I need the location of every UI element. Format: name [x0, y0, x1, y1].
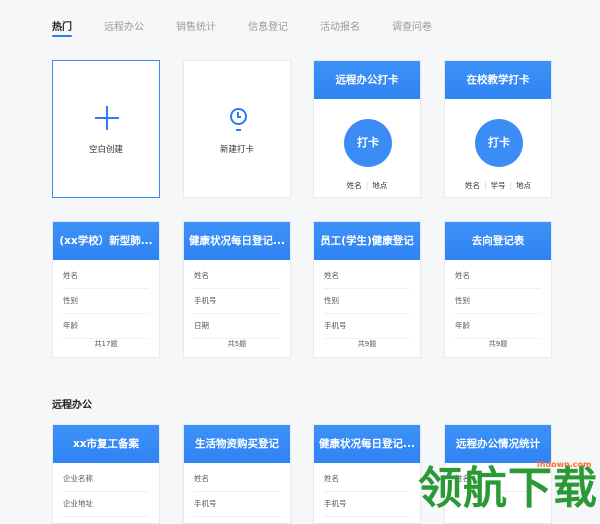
new-punch-card[interactable]: 新建打卡 — [183, 60, 291, 198]
question-count: 共9题 — [488, 340, 508, 348]
template-card-return-to-work[interactable]: xx市复工备案 企业名称 企业地址 — [52, 424, 160, 524]
template-card-pneumonia[interactable]: (xx学校）新型肺... 姓名 性别 年龄 共17题 — [52, 221, 160, 358]
field-label: 地点 — [372, 181, 388, 190]
blank-create-card[interactable]: 空白创建 — [52, 60, 160, 198]
card-title: 健康状况每日登记... — [314, 425, 420, 463]
punch-button-preview: 打卡 — [344, 119, 392, 167]
field-label: 姓名 — [346, 181, 362, 190]
tab-sales-stats[interactable]: 销售统计 — [176, 18, 216, 33]
punch-button-preview: 打卡 — [475, 119, 523, 167]
card-title: 远程办公打卡 — [314, 61, 420, 99]
tab-remote-office[interactable]: 远程办公 — [104, 18, 144, 33]
question-count: 共9题 — [357, 340, 377, 348]
field-label: 性别 — [455, 289, 541, 314]
tab-survey[interactable]: 调查问卷 — [392, 18, 432, 33]
plus-icon — [95, 106, 119, 130]
card-title: (xx学校）新型肺... — [53, 222, 159, 260]
question-count: 共17题 — [94, 340, 118, 348]
field-label: 手机号 — [194, 492, 280, 517]
template-card-staff-health[interactable]: 员工(学生)健康登记 姓名 性别 手机号 共9题 — [313, 221, 421, 358]
template-card-school-punch[interactable]: 在校教学打卡 打卡 姓名 | 学号 | 地点 — [444, 60, 552, 198]
field-label: 年龄 — [63, 314, 149, 339]
template-card-daily-health-2[interactable]: 健康状况每日登记... 姓名 手机号 — [313, 424, 421, 524]
clock-location-icon — [230, 108, 247, 131]
new-punch-label: 新建打卡 — [219, 145, 254, 155]
field-label: 性别 — [324, 289, 410, 314]
card-title: 生活物资购买登记 — [184, 425, 290, 463]
card-title: 健康状况每日登记... — [184, 222, 290, 260]
field-label: 姓名 — [63, 264, 149, 289]
field-label: 手机号 — [324, 492, 410, 517]
field-label: 手机号 — [194, 289, 280, 314]
tab-info-registration[interactable]: 信息登记 — [248, 18, 288, 33]
field-label: 企业地址 — [63, 492, 149, 517]
section-title-remote-office: 远程办公 — [52, 400, 92, 411]
card-title: 在校教学打卡 — [445, 61, 551, 99]
template-card-remote-punch[interactable]: 远程办公打卡 打卡 姓名 | 地点 — [313, 60, 421, 198]
field-label: 姓名 — [324, 264, 410, 289]
card-title: xx市复工备案 — [53, 425, 159, 463]
punch-fields: 姓名 | 地点 — [346, 181, 388, 190]
field-label: 姓名 — [194, 467, 280, 492]
blank-create-label: 空白创建 — [88, 145, 123, 155]
field-label: 企业名称 — [63, 467, 149, 492]
card-title: 员工(学生)健康登记 — [314, 222, 420, 260]
site-watermark: 领航下载 lhdown.com — [418, 452, 600, 514]
field-label: 地点 — [516, 181, 532, 190]
watermark-url: lhdown.com — [537, 460, 592, 469]
question-count: 共5题 — [227, 340, 247, 348]
punch-fields: 姓名 | 学号 | 地点 — [464, 181, 532, 190]
field-label: 姓名 — [324, 467, 410, 492]
field-label: 年龄 — [455, 314, 541, 339]
template-card-supplies-purchase[interactable]: 生活物资购买登记 姓名 手机号 — [183, 424, 291, 524]
field-label: 姓名 — [455, 264, 541, 289]
field-label: 日期 — [194, 314, 280, 339]
field-label: 学号 — [490, 181, 506, 190]
tab-event-signup[interactable]: 活动报名 — [320, 18, 360, 33]
field-label: 手机号 — [324, 314, 410, 339]
field-label: 姓名 — [194, 264, 280, 289]
field-label: 姓名 — [464, 181, 480, 190]
template-card-daily-health[interactable]: 健康状况每日登记... 姓名 手机号 日期 共5题 — [183, 221, 291, 358]
card-title: 去向登记表 — [445, 222, 551, 260]
tab-hot[interactable]: 热门 — [52, 18, 72, 37]
template-card-whereabouts[interactable]: 去向登记表 姓名 性别 年龄 共9题 — [444, 221, 552, 358]
field-label: 性别 — [63, 289, 149, 314]
